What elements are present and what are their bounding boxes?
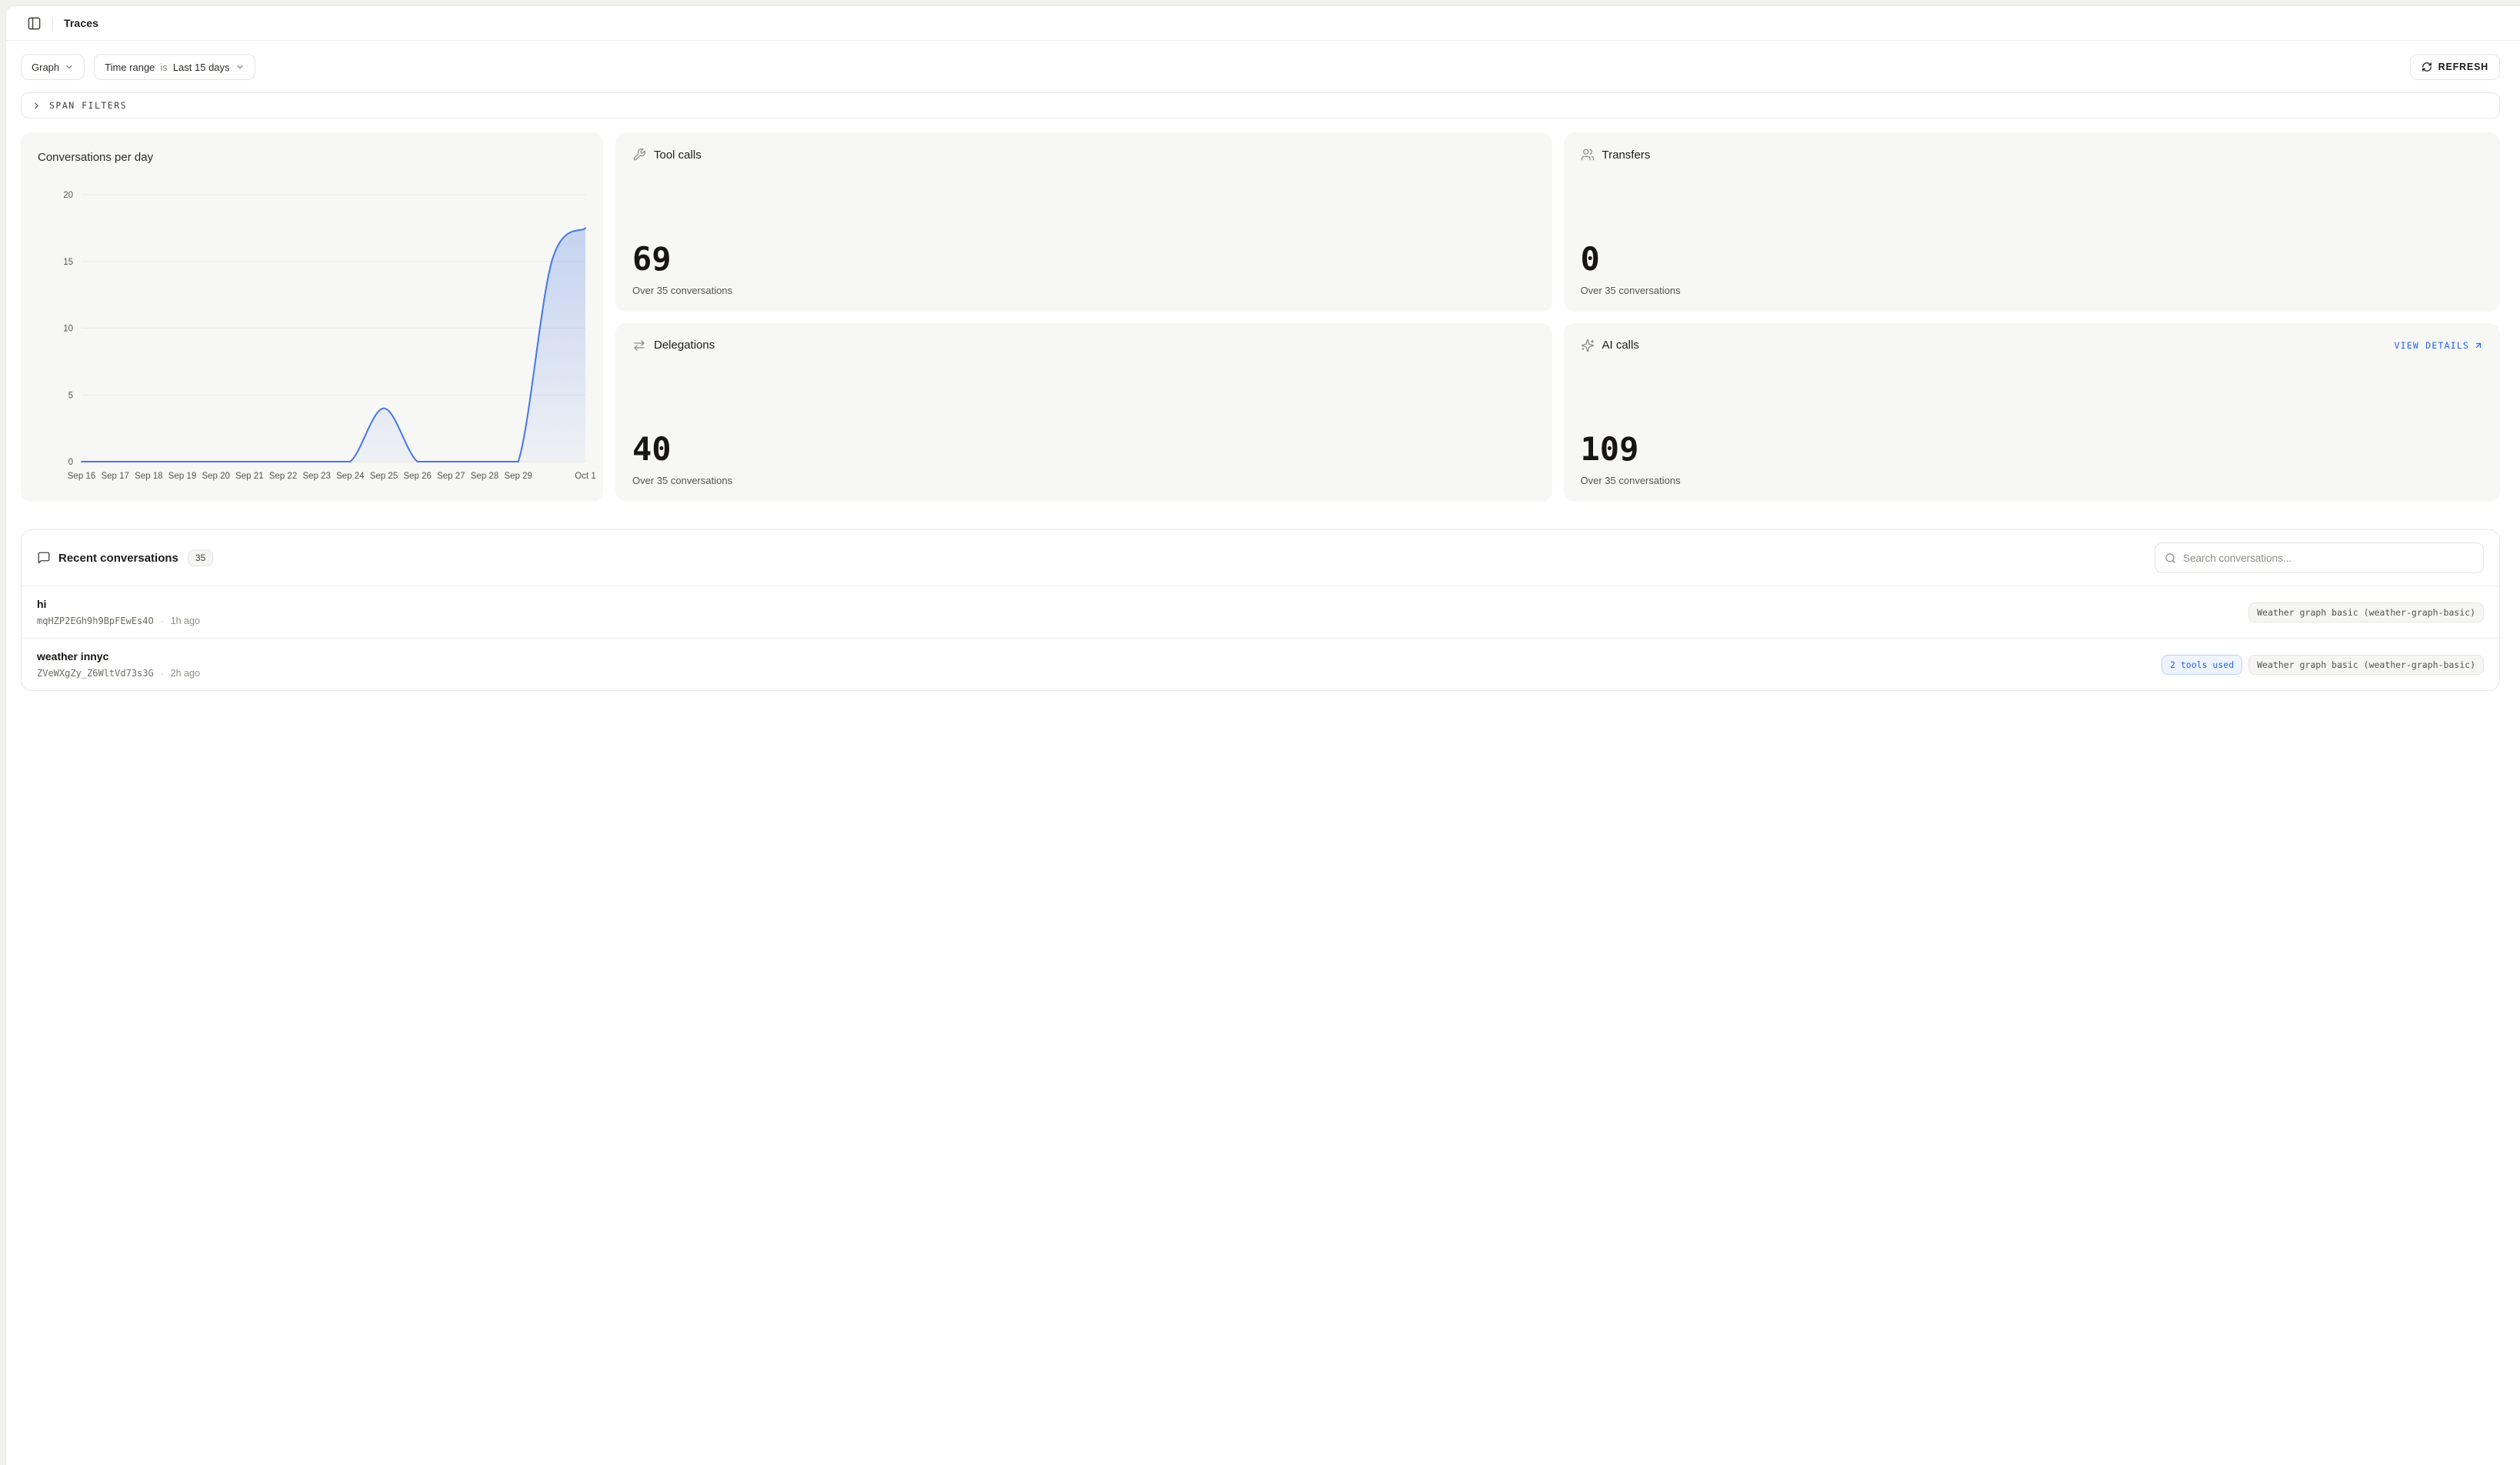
svg-text:Sep 21: Sep 21 <box>235 472 263 481</box>
page-header: Traces <box>6 6 2520 41</box>
header-divider <box>52 17 53 29</box>
stat-card-delegations: Delegations 40 Over 35 conversations <box>615 323 1552 502</box>
conversation-count-badge: 35 <box>188 549 213 566</box>
meta-separator: · <box>161 668 164 679</box>
conversation-row[interactable]: hi mqHZP2EGh9h9BpFEwEs4O · 1h ago Weathe… <box>22 586 2499 638</box>
refresh-icon <box>2422 62 2432 72</box>
wrench-icon <box>632 148 646 162</box>
conversations-per-day-card: Conversations per day 0 5 10 15 20 Sep 16 Sep … <box>21 132 603 502</box>
stat-caption: Over 35 conversations <box>632 285 1535 296</box>
stat-value: 40 <box>632 433 1535 466</box>
svg-text:Sep 28: Sep 28 <box>471 472 498 481</box>
swap-arrows-icon <box>632 339 646 352</box>
view-mode-dropdown[interactable]: Graph <box>21 54 85 80</box>
svg-text:Sep 22: Sep 22 <box>269 472 297 481</box>
svg-text:Sep 23: Sep 23 <box>302 472 330 481</box>
stat-value: 0 <box>1581 243 2484 275</box>
conversation-row[interactable]: weather innyc ZVeWXgZy_Z6WltVd73s3G · 2h… <box>22 638 2499 690</box>
stat-title: Tool calls <box>654 149 702 162</box>
conversation-title: weather innyc <box>37 650 200 662</box>
svg-text:Sep 19: Sep 19 <box>168 472 196 481</box>
sparkles-icon <box>1581 339 1595 352</box>
stat-caption: Over 35 conversations <box>632 475 1535 486</box>
svg-text:Sep 17: Sep 17 <box>101 472 128 481</box>
refresh-label: REFRESH <box>2438 62 2488 72</box>
agent-badge: Weather graph basic (weather-graph-basic… <box>2248 602 2484 622</box>
time-filter-field: Time range <box>105 62 155 73</box>
svg-text:Sep 25: Sep 25 <box>370 472 398 481</box>
svg-text:Sep 18: Sep 18 <box>135 472 162 481</box>
chat-bubble-icon <box>37 551 51 565</box>
conversation-title: hi <box>37 598 200 610</box>
stat-grid: Tool calls 69 Over 35 conversations Tran… <box>615 132 2500 502</box>
stat-caption: Over 35 conversations <box>1581 285 2484 296</box>
time-filter-operator: is <box>160 62 167 73</box>
users-icon <box>1581 148 1595 162</box>
svg-text:Sep 29: Sep 29 <box>504 472 532 481</box>
time-range-filter[interactable]: Time range is Last 15 days <box>94 54 255 80</box>
conversation-id: mqHZP2EGh9h9BpFEwEs4O <box>37 616 154 626</box>
conversation-time: 1h ago <box>171 616 200 626</box>
svg-text:Oct 1: Oct 1 <box>575 472 595 481</box>
refresh-button[interactable]: REFRESH <box>2410 54 2500 80</box>
toolbar: Graph Time range is Last 15 days REFRESH <box>21 54 2500 80</box>
chevron-right-icon <box>32 101 42 111</box>
view-details-link[interactable]: VIEW DETAILS <box>2395 340 2483 351</box>
metrics-section: Conversations per day 0 5 10 15 20 Sep 16 Sep … <box>21 132 2500 502</box>
search-box[interactable] <box>2155 542 2484 573</box>
tools-used-badge: 2 tools used <box>2162 655 2242 675</box>
arrow-up-right-icon <box>2474 341 2483 350</box>
stat-caption: Over 35 conversations <box>1581 475 2484 486</box>
span-filters-label: SPAN FILTERS <box>49 100 127 111</box>
search-icon <box>2165 552 2176 564</box>
page-title: Traces <box>64 17 98 29</box>
panel-left-icon <box>27 16 42 31</box>
svg-text:10: 10 <box>63 325 73 334</box>
time-filter-value: Last 15 days <box>173 62 230 73</box>
svg-text:20: 20 <box>63 191 73 200</box>
view-mode-label: Graph <box>32 62 59 73</box>
chart-title: Conversations per day <box>38 151 153 164</box>
conversations-chart: 0 5 10 15 20 Sep 16 Sep 17 Sep 18 Sep 19 Sep 20 Se… <box>33 182 602 490</box>
stat-title: Delegations <box>654 339 715 352</box>
chevron-down-icon <box>235 62 245 72</box>
svg-text:Sep 20: Sep 20 <box>202 472 229 481</box>
stat-card-tool-calls: Tool calls 69 Over 35 conversations <box>615 132 1552 312</box>
svg-text:5: 5 <box>68 391 73 400</box>
span-filters-toggle[interactable]: SPAN FILTERS <box>21 92 2500 118</box>
chevron-down-icon <box>65 62 74 72</box>
sidebar-toggle-button[interactable] <box>23 12 45 34</box>
recent-conversations-card: Recent conversations 35 hi mqHZP2EGh9h9B… <box>21 529 2500 691</box>
stat-title: Transfers <box>1602 149 1651 162</box>
search-input[interactable] <box>2183 552 2474 564</box>
recent-conversations-header: Recent conversations 35 <box>22 530 2499 586</box>
stat-card-transfers: Transfers 0 Over 35 conversations <box>1564 132 2501 312</box>
agent-badge: Weather graph basic (weather-graph-basic… <box>2248 655 2484 675</box>
meta-separator: · <box>161 616 164 626</box>
stat-value: 109 <box>1581 433 2484 466</box>
main-panel: Traces Graph Time range is Last 15 days … <box>5 5 2520 1465</box>
svg-text:0: 0 <box>68 458 73 467</box>
stat-card-ai-calls: AI calls VIEW DETAILS 109 Over 35 conver… <box>1564 323 2501 502</box>
svg-text:15: 15 <box>63 258 73 267</box>
stat-value: 69 <box>632 243 1535 275</box>
conversation-id: ZVeWXgZy_Z6WltVd73s3G <box>37 668 154 679</box>
svg-text:Sep 16: Sep 16 <box>68 472 95 481</box>
conversation-time: 2h ago <box>171 668 200 679</box>
svg-text:Sep 27: Sep 27 <box>437 472 465 481</box>
recent-conversations-title: Recent conversations <box>58 552 178 565</box>
svg-text:Sep 24: Sep 24 <box>336 472 365 481</box>
stat-title: AI calls <box>1602 339 1639 352</box>
svg-text:Sep 26: Sep 26 <box>403 472 431 481</box>
